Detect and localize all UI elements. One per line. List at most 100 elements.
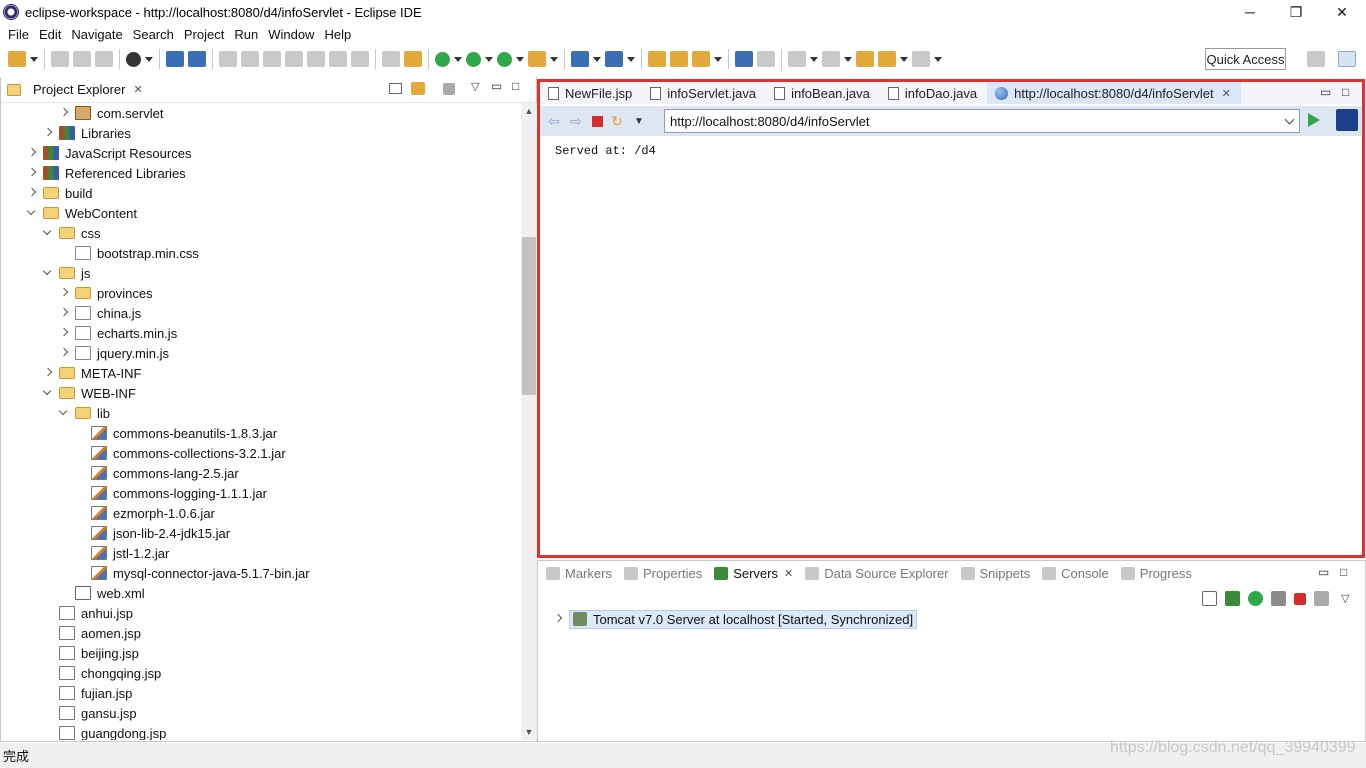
- view-menu-icon[interactable]: ▽: [1341, 592, 1349, 605]
- tree-item[interactable]: commons-logging-1.1.1.jar: [75, 483, 267, 503]
- maximize-view-icon[interactable]: □: [512, 79, 519, 93]
- menu-search[interactable]: Search: [128, 27, 179, 42]
- drop-to-frame-icon[interactable]: [382, 51, 400, 67]
- tree-item[interactable]: ezmorph-1.0.6.jar: [75, 503, 215, 523]
- tree-item[interactable]: echarts.min.js: [59, 323, 177, 343]
- tree-item[interactable]: bootstrap.min.css: [59, 243, 199, 263]
- scrollbar-thumb[interactable]: [522, 237, 536, 395]
- tree-item[interactable]: anhui.jsp: [43, 603, 133, 623]
- chevron-down-icon[interactable]: [43, 388, 53, 398]
- url-field[interactable]: http://localhost:8080/d4/infoServlet: [664, 109, 1300, 133]
- tree-item[interactable]: js: [43, 263, 90, 283]
- disconnect-icon[interactable]: [285, 51, 303, 67]
- minimize-panel-icon[interactable]: ▭: [1318, 565, 1329, 579]
- open-folder-icon[interactable]: [670, 51, 688, 67]
- tab-servers[interactable]: Servers ✕: [714, 566, 793, 581]
- last-edit-location-icon[interactable]: [856, 51, 874, 67]
- view-menu-icon[interactable]: ▽: [471, 80, 479, 93]
- tree-item[interactable]: fujian.jsp: [43, 683, 132, 703]
- chevron-right-icon[interactable]: [59, 108, 69, 118]
- debug-server-icon[interactable]: [1225, 591, 1240, 606]
- use-step-filters-icon[interactable]: [404, 51, 422, 67]
- stop-server-icon[interactable]: [1294, 592, 1306, 605]
- tree-item[interactable]: Libraries: [43, 123, 131, 143]
- tree-item[interactable]: beijing.jsp: [43, 643, 139, 663]
- tree-item[interactable]: META-INF: [43, 363, 141, 383]
- previous-annotation-icon[interactable]: [822, 51, 840, 67]
- tree-item[interactable]: JavaScript Resources: [27, 143, 191, 163]
- chevron-down-icon[interactable]: [593, 55, 601, 63]
- go-icon[interactable]: [1308, 113, 1320, 127]
- maximize-panel-icon[interactable]: □: [1340, 565, 1347, 579]
- chevron-down-icon[interactable]: [810, 55, 818, 63]
- refresh-icon[interactable]: ↻: [609, 113, 625, 129]
- menu-edit[interactable]: Edit: [34, 27, 66, 42]
- close-icon[interactable]: ✕: [1222, 87, 1231, 100]
- external-tools-icon[interactable]: [528, 51, 546, 67]
- chevron-right-icon[interactable]: [59, 288, 69, 298]
- forward-icon[interactable]: ⇨: [568, 113, 584, 129]
- coverage-icon[interactable]: [497, 51, 512, 67]
- menu-navigate[interactable]: Navigate: [66, 27, 127, 42]
- tree-item[interactable]: guangdong.jsp: [43, 723, 166, 740]
- menu-project[interactable]: Project: [179, 27, 229, 42]
- chevron-right-icon[interactable]: [59, 348, 69, 358]
- chevron-down-icon[interactable]: [43, 268, 53, 278]
- publish-icon[interactable]: [1314, 591, 1329, 606]
- link-with-editor-icon[interactable]: [411, 82, 425, 95]
- tree-item[interactable]: provinces: [59, 283, 153, 303]
- minimize-button[interactable]: ─: [1227, 0, 1273, 24]
- tab-browser[interactable]: http://localhost:8080/d4/infoServlet ✕: [987, 82, 1241, 104]
- close-button[interactable]: ✕: [1319, 0, 1365, 24]
- step-return-icon[interactable]: [351, 51, 369, 67]
- open-browser-icon[interactable]: [735, 51, 753, 67]
- maximize-button[interactable]: ❐: [1273, 0, 1319, 24]
- tab-data-source-explorer[interactable]: Data Source Explorer: [805, 566, 949, 581]
- tree-item[interactable]: aomen.jsp: [43, 623, 141, 643]
- tree-scrollbar[interactable]: ▲ ▼: [521, 103, 537, 740]
- tree-item[interactable]: commons-collections-3.2.1.jar: [75, 443, 286, 463]
- chevron-down-icon[interactable]: [714, 55, 722, 63]
- chevron-down-icon[interactable]: [900, 55, 908, 63]
- menu-help[interactable]: Help: [319, 27, 356, 42]
- tab-console[interactable]: Console: [1042, 566, 1109, 581]
- chevron-down-icon[interactable]: [30, 55, 38, 63]
- filter-icon[interactable]: [443, 83, 455, 95]
- step-over-icon[interactable]: [329, 51, 347, 67]
- debug-icon[interactable]: [435, 51, 450, 67]
- step-into-icon[interactable]: [307, 51, 325, 67]
- chevron-right-icon[interactable]: [27, 168, 37, 178]
- tree-item[interactable]: Referenced Libraries: [27, 163, 186, 183]
- chevron-down-icon[interactable]: [550, 55, 558, 63]
- chevron-right-icon[interactable]: [27, 188, 37, 198]
- terminate-icon[interactable]: [263, 51, 281, 67]
- menu-window[interactable]: Window: [263, 27, 319, 42]
- new-server-icon[interactable]: [571, 51, 589, 67]
- chevron-down-icon[interactable]: [485, 55, 493, 63]
- collapse-all-icon[interactable]: [389, 83, 402, 94]
- tree-item[interactable]: jquery.min.js: [59, 343, 169, 363]
- tree-item[interactable]: lib: [59, 403, 110, 423]
- search-icon[interactable]: [692, 51, 710, 67]
- maximize-editor-icon[interactable]: □: [1342, 85, 1349, 99]
- tree-item[interactable]: chongqing.jsp: [43, 663, 161, 683]
- tab-infoservlet-java[interactable]: infoServlet.java: [642, 82, 766, 104]
- eclipse-browser-icon[interactable]: [1336, 109, 1358, 131]
- chevron-down-icon[interactable]: [43, 228, 53, 238]
- tab-progress[interactable]: Progress: [1120, 566, 1192, 581]
- server-item[interactable]: Tomcat v7.0 Server at localhost [Started…: [569, 609, 918, 629]
- tree-item[interactable]: WebContent: [27, 203, 137, 223]
- minimize-view-icon[interactable]: ▭: [491, 79, 502, 93]
- chevron-down-icon[interactable]: [454, 55, 462, 63]
- quick-access-input[interactable]: Quick Access: [1205, 48, 1286, 70]
- collapse-icon[interactable]: [1202, 591, 1217, 606]
- close-icon[interactable]: ✕: [133, 83, 142, 96]
- menu-run[interactable]: Run: [229, 27, 263, 42]
- tab-snippets[interactable]: Snippets: [960, 566, 1030, 581]
- project-explorer-tab[interactable]: Project Explorer: [33, 82, 125, 97]
- suspend-icon[interactable]: [241, 51, 259, 67]
- chevron-down-icon[interactable]: [627, 55, 635, 63]
- tree-item[interactable]: build: [27, 183, 92, 203]
- server-entry[interactable]: Tomcat v7.0 Server at localhost [Started…: [553, 609, 918, 629]
- tree-item[interactable]: commons-lang-2.5.jar: [75, 463, 239, 483]
